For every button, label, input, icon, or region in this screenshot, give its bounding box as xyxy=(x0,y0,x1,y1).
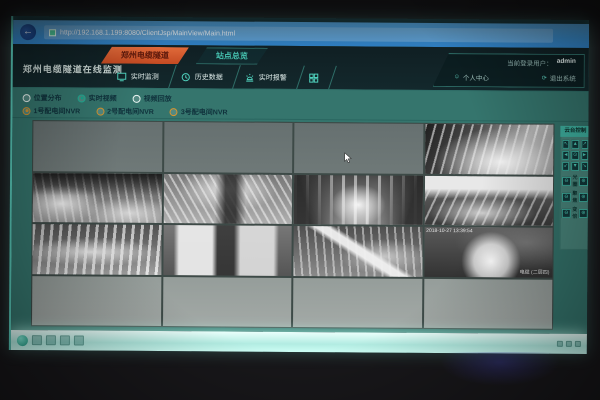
user-panel: 当前登录用户： admin ☺ 个人中心 ⟳ 退出系统 xyxy=(433,53,585,88)
ptz-down-right-button[interactable]: ↘ xyxy=(581,162,588,171)
video-cell-empty[interactable] xyxy=(33,121,162,171)
video-cell-empty[interactable] xyxy=(424,278,553,328)
ptz-iris-row: ⊖ 光圈 ⊕ xyxy=(560,172,589,188)
focus-minus-button[interactable]: ⊖ xyxy=(562,192,571,201)
menu-item-realtime-monitor[interactable]: 实时监测 xyxy=(109,66,173,88)
main-menu: 实时监测 历史数据 实时报警 xyxy=(109,66,333,90)
browser-back-button[interactable]: ← xyxy=(20,24,36,40)
monitor-screen-icon xyxy=(117,72,127,82)
power-icon: ⟳ xyxy=(542,74,547,81)
camera-feed-6[interactable] xyxy=(32,224,161,274)
radio-location-map[interactable]: 位置分布 xyxy=(23,93,62,103)
tab-site-overview[interactable]: 站点总览 xyxy=(196,47,268,65)
radio-icon-selected xyxy=(22,107,30,115)
monitor-screen: ← http://192.168.1.199:8080/ClientJsp/Ma… xyxy=(9,16,589,354)
ptz-center-button[interactable]: ⊙ xyxy=(572,151,579,160)
radio-icon xyxy=(170,108,178,116)
ptz-zoom-row: ⊖ 变倍 ⊕ xyxy=(560,204,589,220)
system-tray xyxy=(557,341,581,347)
ptz-up-left-button[interactable]: ↖ xyxy=(562,140,569,149)
ptz-up-right-button[interactable]: ↗ xyxy=(581,140,588,149)
camera-feed-4[interactable] xyxy=(294,174,423,224)
site-favicon-icon xyxy=(49,29,56,36)
radio-icon xyxy=(96,107,104,115)
start-button[interactable] xyxy=(17,335,28,346)
top-tabs: 郑州电缆隧道 站点总览 xyxy=(101,47,268,65)
iris-plus-button[interactable]: ⊕ xyxy=(579,176,588,185)
windows-taskbar xyxy=(11,330,587,354)
video-cell-empty[interactable] xyxy=(164,122,293,172)
ptz-focus-row: ⊖ 聚焦 ⊕ xyxy=(560,188,589,204)
camera-feed-3[interactable] xyxy=(163,174,292,224)
url-field[interactable]: http://192.168.1.199:8080/ClientJsp/Main… xyxy=(44,25,553,43)
camera-osd-timestamp: 2018-10-27 13:39:54 xyxy=(426,228,472,234)
video-cell-empty[interactable] xyxy=(32,276,161,326)
taskbar-explorer-icon[interactable] xyxy=(46,335,56,345)
iris-label: 光圈 xyxy=(572,174,578,188)
radio-icon xyxy=(133,94,141,102)
menu-item-history-data[interactable]: 历史数据 xyxy=(173,66,237,88)
focus-label: 聚焦 xyxy=(572,190,578,204)
radio-video-playback[interactable]: 视频回放 xyxy=(133,93,172,103)
tray-icon[interactable] xyxy=(557,341,563,347)
ptz-control-panel: 云台控制 ↖ ▲ ↗ ◄ ⊙ ► ↙ ▼ ↘ ⊖ 光圈 ⊕ ⊖ 聚焦 ⊕ ⊖ 变… xyxy=(560,126,590,250)
profile-link[interactable]: ☺ 个人中心 xyxy=(454,72,489,82)
desk-reflection xyxy=(440,352,560,386)
camera-feed-2[interactable] xyxy=(33,173,162,223)
zoom-in-button[interactable]: ⊕ xyxy=(579,208,588,217)
tray-icon[interactable] xyxy=(566,341,572,347)
camera-feed-8[interactable] xyxy=(293,226,422,276)
camera-feed-1[interactable] xyxy=(425,124,554,174)
tab-cable-tunnel[interactable]: 郑州电缆隧道 xyxy=(101,47,189,65)
radio-icon-selected xyxy=(78,94,86,102)
ptz-down-left-button[interactable]: ↙ xyxy=(562,162,569,171)
taskbar-app-icon[interactable] xyxy=(60,335,70,345)
ptz-right-button[interactable]: ► xyxy=(581,151,588,160)
camera-osd-channel-label: 电缆 (二层四) xyxy=(520,268,550,275)
camera-feed-9[interactable]: 2018-10-27 13:39:54 电缆 (二层四) xyxy=(424,227,553,277)
history-clock-icon xyxy=(181,72,191,82)
zoom-label: 变倍 xyxy=(572,206,578,220)
menu-item-4[interactable] xyxy=(301,67,333,89)
camera-feed-5[interactable] xyxy=(424,175,553,225)
nvr-select-row: 1号配电间NVR 2号配电间NVR 3号配电间NVR xyxy=(22,104,588,121)
ptz-arrow-pad: ↖ ▲ ↗ ◄ ⊙ ► ↙ ▼ ↘ xyxy=(560,137,589,172)
zoom-out-button[interactable]: ⊖ xyxy=(562,208,571,217)
menu-item-label: 实时监测 xyxy=(131,72,159,82)
menu-item-label: 实时报警 xyxy=(259,73,287,83)
radio-nvr-2[interactable]: 2号配电间NVR xyxy=(96,106,154,116)
username: admin xyxy=(557,58,576,68)
app-header: 郑州电缆隧道在线监测 郑州电缆隧道 站点总览 实时监测 历史数据 xyxy=(13,44,589,92)
url-text: http://192.168.1.199:8080/ClientJsp/Main… xyxy=(60,29,235,37)
taskbar-app-icon[interactable] xyxy=(74,335,84,345)
menu-item-realtime-alarm[interactable]: 实时报警 xyxy=(237,67,301,89)
alarm-light-icon xyxy=(245,73,255,83)
camera-feed-7[interactable] xyxy=(163,225,292,275)
tray-icon[interactable] xyxy=(575,341,581,347)
ptz-down-button[interactable]: ▼ xyxy=(571,162,578,171)
video-cell-empty[interactable] xyxy=(163,277,292,327)
radio-live-video[interactable]: 实时视频 xyxy=(78,93,117,103)
radio-icon xyxy=(23,94,31,102)
ptz-panel-title: 云台控制 xyxy=(560,126,589,137)
video-grid-icon xyxy=(309,73,319,83)
iris-minus-button[interactable]: ⊖ xyxy=(562,176,571,185)
ptz-left-button[interactable]: ◄ xyxy=(562,151,569,160)
video-cell-empty[interactable] xyxy=(293,277,422,327)
video-wall-grid: 2018-10-27 13:39:54 电缆 (二层四) xyxy=(31,120,554,330)
video-cell-empty[interactable] xyxy=(294,123,423,173)
taskbar-browser-icon[interactable] xyxy=(32,335,42,345)
radio-nvr-1[interactable]: 1号配电间NVR xyxy=(22,106,80,116)
person-icon: ☺ xyxy=(454,74,460,80)
radio-nvr-3[interactable]: 3号配电间NVR xyxy=(170,107,228,117)
menu-item-label: 历史数据 xyxy=(195,72,223,82)
login-user-label: 当前登录用户： xyxy=(507,57,553,67)
logout-link[interactable]: ⟳ 退出系统 xyxy=(542,73,576,83)
focus-plus-button[interactable]: ⊕ xyxy=(579,192,588,201)
view-toolbar: 位置分布 实时视频 视频回放 1号配电间NVR 2号配电间NVR 3号 xyxy=(12,88,588,122)
ptz-up-button[interactable]: ▲ xyxy=(572,140,579,149)
